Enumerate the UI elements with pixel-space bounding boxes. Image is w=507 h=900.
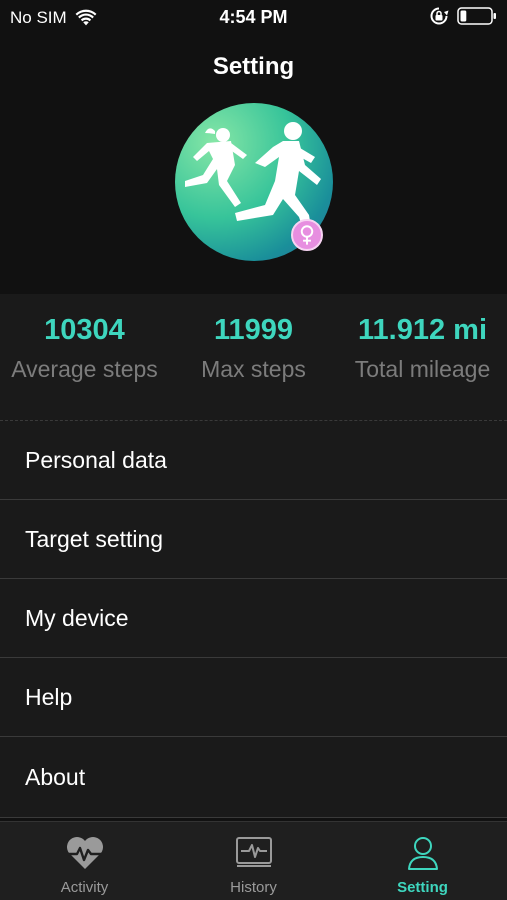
tab-label: Setting xyxy=(397,879,448,896)
menu-item-target-setting[interactable]: Target setting xyxy=(0,500,507,579)
status-right-group xyxy=(429,6,497,26)
tab-bar: Activity History Setting xyxy=(0,821,507,900)
tab-label: Activity xyxy=(60,879,109,896)
stat-max-steps: 11999 Max steps xyxy=(169,312,338,384)
tab-activity[interactable]: Activity xyxy=(0,822,169,900)
stat-label: Average steps xyxy=(11,356,158,382)
stat-value: 11999 xyxy=(213,314,294,346)
tab-label: History xyxy=(230,879,277,896)
rotation-lock-icon xyxy=(430,7,449,25)
gender-badge xyxy=(291,219,323,251)
menu-item-about[interactable]: About xyxy=(0,737,507,818)
menu-item-personal-data[interactable]: Personal data xyxy=(0,421,507,500)
stat-total-mileage: 11.912 mi Total mileage xyxy=(338,312,507,384)
stat-label: Max steps xyxy=(201,356,306,382)
page-title: Setting xyxy=(212,53,295,80)
profile-header: Setting xyxy=(0,36,507,294)
stat-value: 10304 xyxy=(44,314,125,346)
monitor-pulse-icon xyxy=(235,837,272,867)
stat-label: Total mileage xyxy=(354,356,491,382)
menu-item-my-device[interactable]: My device xyxy=(0,579,507,658)
status-bar: No SIM 4:54 PM xyxy=(0,0,507,36)
stat-average-steps: 10304 Average steps xyxy=(0,312,169,384)
battery-icon xyxy=(457,7,496,25)
heart-pulse-icon xyxy=(66,837,103,869)
tab-history[interactable]: History xyxy=(169,822,338,900)
female-symbol-icon xyxy=(300,225,314,245)
user-icon xyxy=(407,837,438,870)
stat-value: 11.912 mi xyxy=(358,314,487,346)
settings-menu: Personal data Target setting My device H… xyxy=(0,421,507,818)
stats-panel: 10304 Average steps 11999 Max steps 11.9… xyxy=(0,294,507,421)
tab-setting[interactable]: Setting xyxy=(338,822,507,900)
menu-item-help[interactable]: Help xyxy=(0,658,507,737)
